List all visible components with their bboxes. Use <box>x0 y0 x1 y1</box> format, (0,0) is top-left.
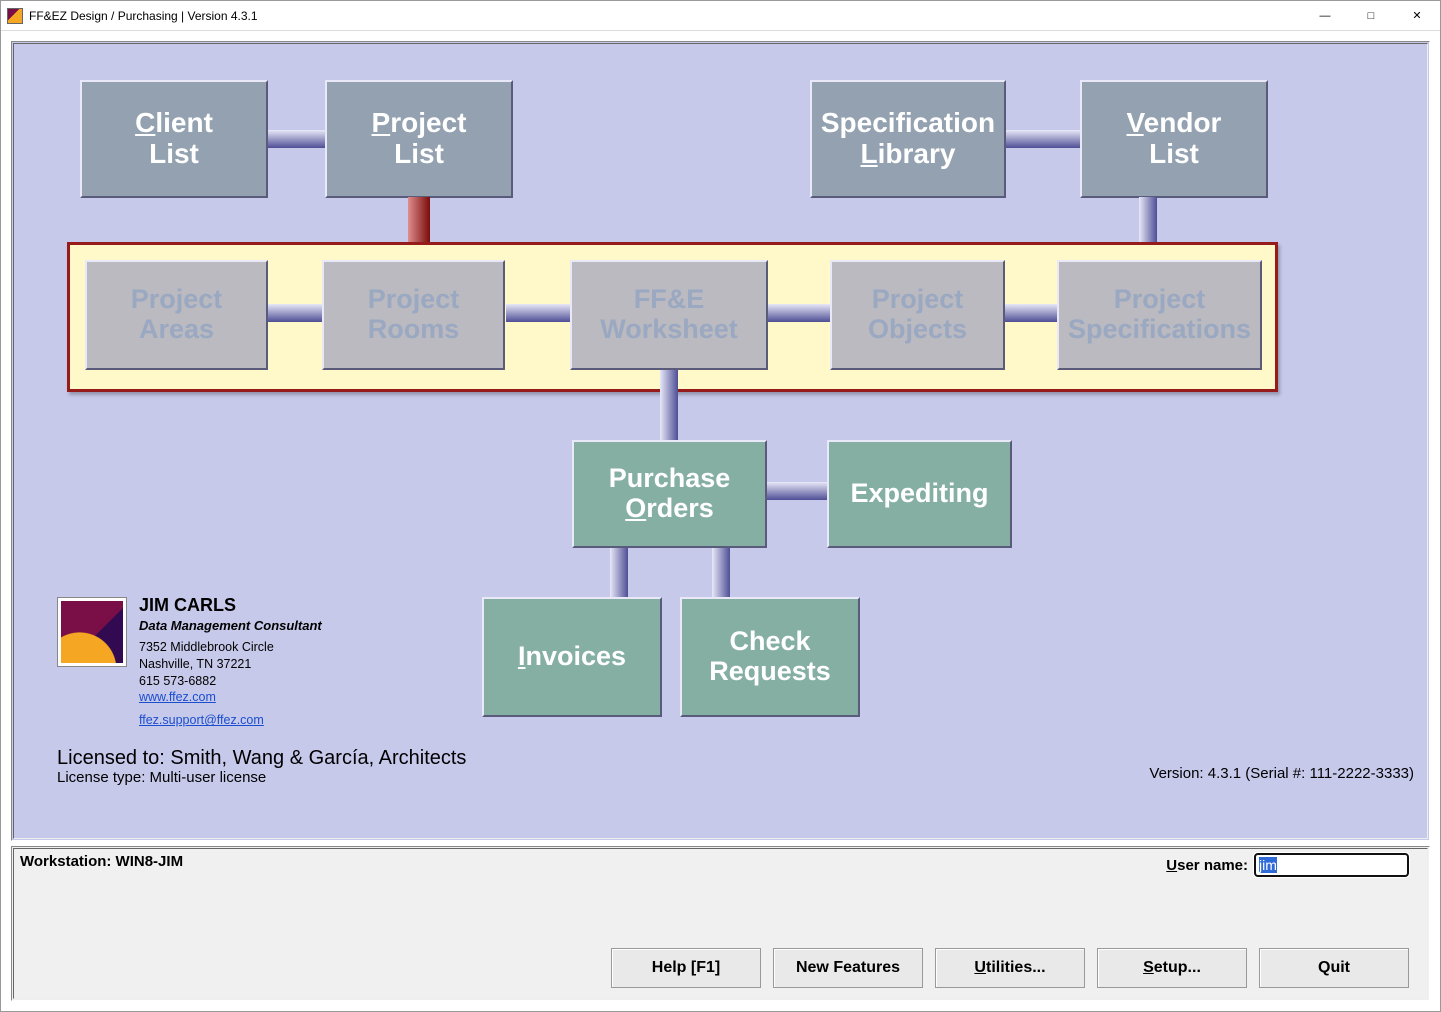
connector <box>267 130 327 148</box>
contact-phone: 615 573-6882 <box>139 673 322 690</box>
contact-role: Data Management Consultant <box>139 617 322 635</box>
connector <box>767 304 832 322</box>
window-title: FF&EZ Design / Purchasing | Version 4.3.… <box>29 9 1302 23</box>
app-window: FF&EZ Design / Purchasing | Version 4.3.… <box>0 0 1441 1012</box>
connector <box>408 197 430 244</box>
connector <box>1005 304 1060 322</box>
project-list-box[interactable]: ProjectList <box>325 80 513 198</box>
expediting-box[interactable]: Expediting <box>827 440 1012 548</box>
project-specs-box[interactable]: Project Specifications <box>1057 260 1262 370</box>
project-rooms-box[interactable]: Project Rooms <box>322 260 505 370</box>
ffe-worksheet-box[interactable]: FF&E Worksheet <box>570 260 768 370</box>
purchase-orders-box[interactable]: PurchaseOrders <box>572 440 767 548</box>
contact-addr1: 7352 Middlebrook Circle <box>139 639 322 656</box>
close-button[interactable]: ✕ <box>1394 1 1440 31</box>
company-logo-icon <box>57 597 127 667</box>
connector <box>1004 130 1084 148</box>
project-areas-box[interactable]: Project Areas <box>85 260 268 370</box>
user-name-input[interactable] <box>1254 853 1409 877</box>
workstation-label: Workstation: WIN8-JIM <box>20 853 183 870</box>
maximize-button[interactable]: □ <box>1348 1 1394 31</box>
connector <box>766 482 828 500</box>
contact-addr2: Nashville, TN 37221 <box>139 656 322 673</box>
license-line: Licensed to: Smith, Wang & García, Archi… <box>57 747 466 770</box>
connector <box>506 304 571 322</box>
minimize-button[interactable]: — <box>1302 1 1348 31</box>
title-bar: FF&EZ Design / Purchasing | Version 4.3.… <box>1 1 1440 31</box>
vendor-list-box[interactable]: VendorList <box>1080 80 1268 198</box>
quit-button[interactable]: Quit <box>1259 948 1409 988</box>
utilities-button[interactable]: Utilities... <box>935 948 1085 988</box>
help-button[interactable]: Help [F1] <box>611 948 761 988</box>
app-icon <box>7 8 23 24</box>
contact-email-link[interactable]: ffez.support@ffez.com <box>139 713 264 727</box>
license-type: License type: Multi-user license <box>57 769 266 786</box>
project-objects-box[interactable]: Project Objects <box>830 260 1005 370</box>
contact-web-link[interactable]: www.ffez.com <box>139 690 216 704</box>
user-name-label: User name: <box>1166 857 1248 874</box>
connector <box>610 548 628 598</box>
connector <box>660 370 678 442</box>
new-features-button[interactable]: New Features <box>773 948 923 988</box>
main-canvas: ClientList ProjectList SpecificationLibr… <box>11 41 1430 841</box>
setup-button[interactable]: Setup... <box>1097 948 1247 988</box>
version-line: Version: 4.3.1 (Serial #: 111-2222-3333) <box>1149 765 1414 782</box>
bottom-panel: Workstation: WIN8-JIM User name: Help [F… <box>11 846 1430 1001</box>
invoices-box[interactable]: Invoices <box>482 597 662 717</box>
connector <box>712 548 730 598</box>
client-list-box[interactable]: ClientList <box>80 80 268 198</box>
connector <box>267 304 322 322</box>
spec-library-box[interactable]: SpecificationLibrary <box>810 80 1006 198</box>
contact-name: JIM CARLS <box>139 593 322 617</box>
check-requests-box[interactable]: Check Requests <box>680 597 860 717</box>
